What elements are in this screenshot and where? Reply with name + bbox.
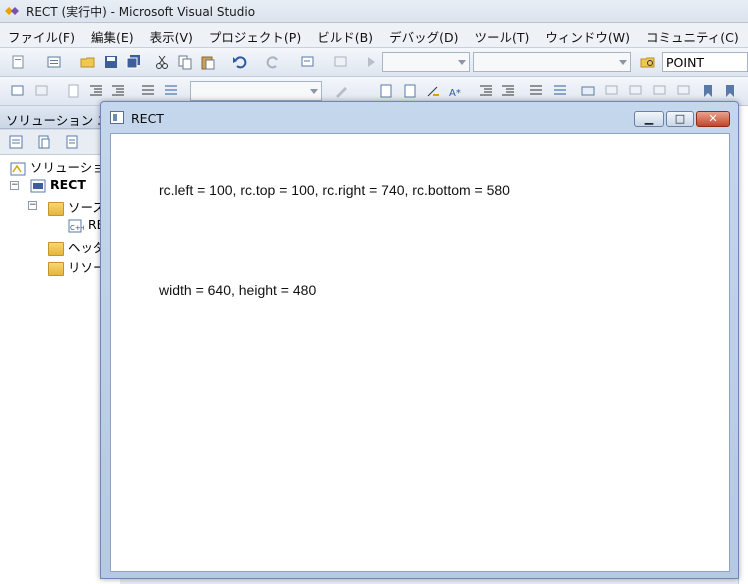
save-icon[interactable] [103,54,119,70]
outdent-icon[interactable] [478,83,494,99]
navigate-forward-icon[interactable] [332,54,348,70]
paste-icon[interactable] [200,54,216,70]
show-all-files-icon[interactable] [36,134,52,150]
folder-icon [48,261,64,276]
bookmark-clear-icon[interactable] [722,83,738,99]
project-icon [30,179,46,192]
bookmark-toggle-icon[interactable] [700,83,716,99]
decrease-indent-icon[interactable] [88,83,104,99]
undo-icon[interactable] [232,54,248,70]
folder-open-icon [48,201,64,216]
menu-debug[interactable]: デバッグ(D) [381,23,466,47]
increase-indent-icon[interactable] [110,83,126,99]
cut-icon[interactable] [154,54,170,70]
save-all-icon[interactable] [126,54,142,70]
menu-window[interactable]: ウィンドウ(W) [537,23,638,47]
toolbar-dropdown[interactable] [190,81,322,101]
add-item-icon[interactable] [46,54,62,70]
menu-project[interactable]: プロジェクト(P) [201,23,309,47]
maximize-icon: □ [674,112,686,125]
folder-icon [48,241,64,256]
app-window-title: RECT [131,111,164,126]
bookmark-prev-icon[interactable] [425,83,441,99]
menu-view[interactable]: 表示(V) [142,23,201,47]
tree-item-label: RECT [50,177,86,192]
refresh-icon[interactable] [64,134,80,150]
app-window-icon [110,111,124,124]
window-layout-icon[interactable] [580,83,596,99]
solution-icon [10,162,26,175]
visual-studio-logo-icon [5,7,19,15]
vs-title-bar: RECT (実行中) - Microsoft Visual Studio [0,0,748,23]
font-size-icon[interactable]: A* [448,83,464,99]
properties-icon[interactable] [8,134,24,150]
tree-item-project[interactable]: RECT [30,177,86,195]
comment-reply-icon[interactable] [628,83,644,99]
solution-platform-dropdown[interactable] [473,52,631,72]
rect-size-text: width = 640, height = 480 [159,282,317,298]
rect-app-window[interactable]: RECT ▁ □ ✕ rc.left = 100, rc.top = 100, … [100,101,739,579]
indent-icon[interactable] [500,83,516,99]
maximize-button[interactable]: □ [666,111,694,127]
chevron-down-icon [310,89,318,94]
standard-toolbar: POINT [0,48,748,77]
chevron-down-icon [619,60,627,65]
menu-tools[interactable]: ツール(T) [466,23,537,47]
redo-icon[interactable] [265,54,281,70]
collapse-icon[interactable]: − [28,201,37,210]
start-debugging-icon[interactable] [363,54,379,70]
edit-icon[interactable] [333,83,349,99]
collapse-icon[interactable]: − [10,181,19,190]
minimize-button[interactable]: ▁ [634,111,664,127]
display-quick-info-icon[interactable] [66,83,82,99]
uncomment-icon[interactable] [163,83,179,99]
app-client-area: rc.left = 100, rc.top = 100, rc.right = … [110,133,730,572]
tree-item-header-files[interactable]: ヘッダ [48,237,106,256]
menu-build[interactable]: ビルド(B) [309,23,381,47]
svg-text:C++: C++ [70,224,84,232]
list-icon[interactable] [528,83,544,99]
svg-text:A*: A* [449,88,461,99]
find-in-files-icon[interactable] [640,54,656,70]
rect-coordinates-text: rc.left = 100, rc.top = 100, rc.right = … [159,182,510,198]
menu-bar: ファイル(F) 編集(E) 表示(V) プロジェクト(P) ビルド(B) デバッグ(D) ツ… [0,23,748,48]
minimize-icon: ▁ [644,112,654,125]
find-input[interactable]: POINT [662,52,748,72]
chevron-down-icon [458,60,466,65]
comment-out-icon[interactable] [140,83,156,99]
close-button[interactable]: ✕ [696,111,730,127]
tree-item-source-files[interactable]: ソース [48,197,105,216]
code-editor-edge [738,106,748,584]
comment-prev-icon[interactable] [676,83,692,99]
bookmark-next-icon[interactable] [402,83,418,99]
bookmark-icon[interactable] [378,83,394,99]
new-project-icon[interactable] [10,54,26,70]
navigate-back-icon[interactable] [300,54,316,70]
tree-item-resource-files[interactable]: リソー [48,257,106,276]
window-title: RECT (実行中) - Microsoft Visual Studio [26,5,256,19]
menu-edit[interactable]: 編集(E) [83,23,142,47]
cpp-file-icon: C++ [68,219,84,232]
comment-next-icon[interactable] [652,83,668,99]
display-parameter-info-icon[interactable] [34,83,50,99]
open-file-icon[interactable] [80,54,96,70]
menu-community[interactable]: コミュニティ(C) [638,23,747,47]
display-object-member-icon[interactable] [10,83,26,99]
menu-file[interactable]: ファイル(F) [0,23,83,47]
close-icon: ✕ [708,112,718,125]
solution-configuration-dropdown[interactable] [382,52,470,72]
copy-icon[interactable] [177,54,193,70]
comment-bubble-icon[interactable] [604,83,620,99]
list-numbered-icon[interactable] [552,83,568,99]
